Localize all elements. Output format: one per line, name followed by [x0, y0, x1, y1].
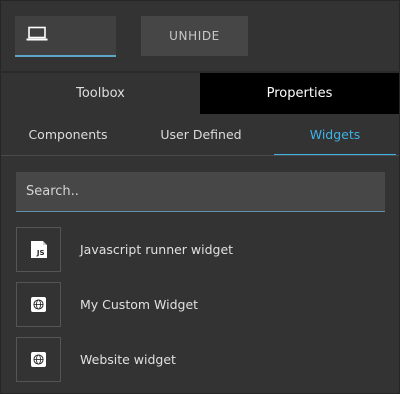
- subtab-user-defined[interactable]: User Defined: [135, 114, 267, 154]
- sub-tabs: Components User Defined Widgets: [1, 114, 399, 156]
- subtab-divider: [1, 155, 399, 156]
- widget-label: My Custom Widget: [80, 297, 199, 312]
- js-file-icon: JS: [30, 241, 47, 258]
- widget-icon-box: [16, 282, 61, 327]
- widget-item-javascript-runner[interactable]: JS Javascript runner widget: [16, 227, 385, 272]
- subtab-widgets[interactable]: Widgets: [274, 114, 396, 154]
- widget-item-website-widget[interactable]: Website widget: [16, 337, 385, 382]
- main-tabs: Toolbox Properties: [1, 73, 399, 114]
- widget-icon-box: JS: [16, 227, 61, 272]
- globe-icon: [31, 352, 46, 367]
- laptop-icon: [26, 26, 48, 46]
- globe-icon: [31, 297, 46, 312]
- tab-toolbox[interactable]: Toolbox: [1, 73, 200, 114]
- js-icon-text: JS: [36, 249, 45, 257]
- widget-label: Website widget: [80, 352, 176, 367]
- subtab-components[interactable]: Components: [1, 114, 135, 154]
- device-toggle-button[interactable]: [15, 16, 116, 57]
- widget-label: Javascript runner widget: [80, 242, 234, 257]
- tab-properties[interactable]: Properties: [200, 73, 399, 114]
- unhide-button[interactable]: UNHIDE: [141, 16, 248, 56]
- search-input[interactable]: [16, 172, 385, 212]
- widget-icon-box: [16, 337, 61, 382]
- widget-item-my-custom-widget[interactable]: My Custom Widget: [16, 282, 385, 327]
